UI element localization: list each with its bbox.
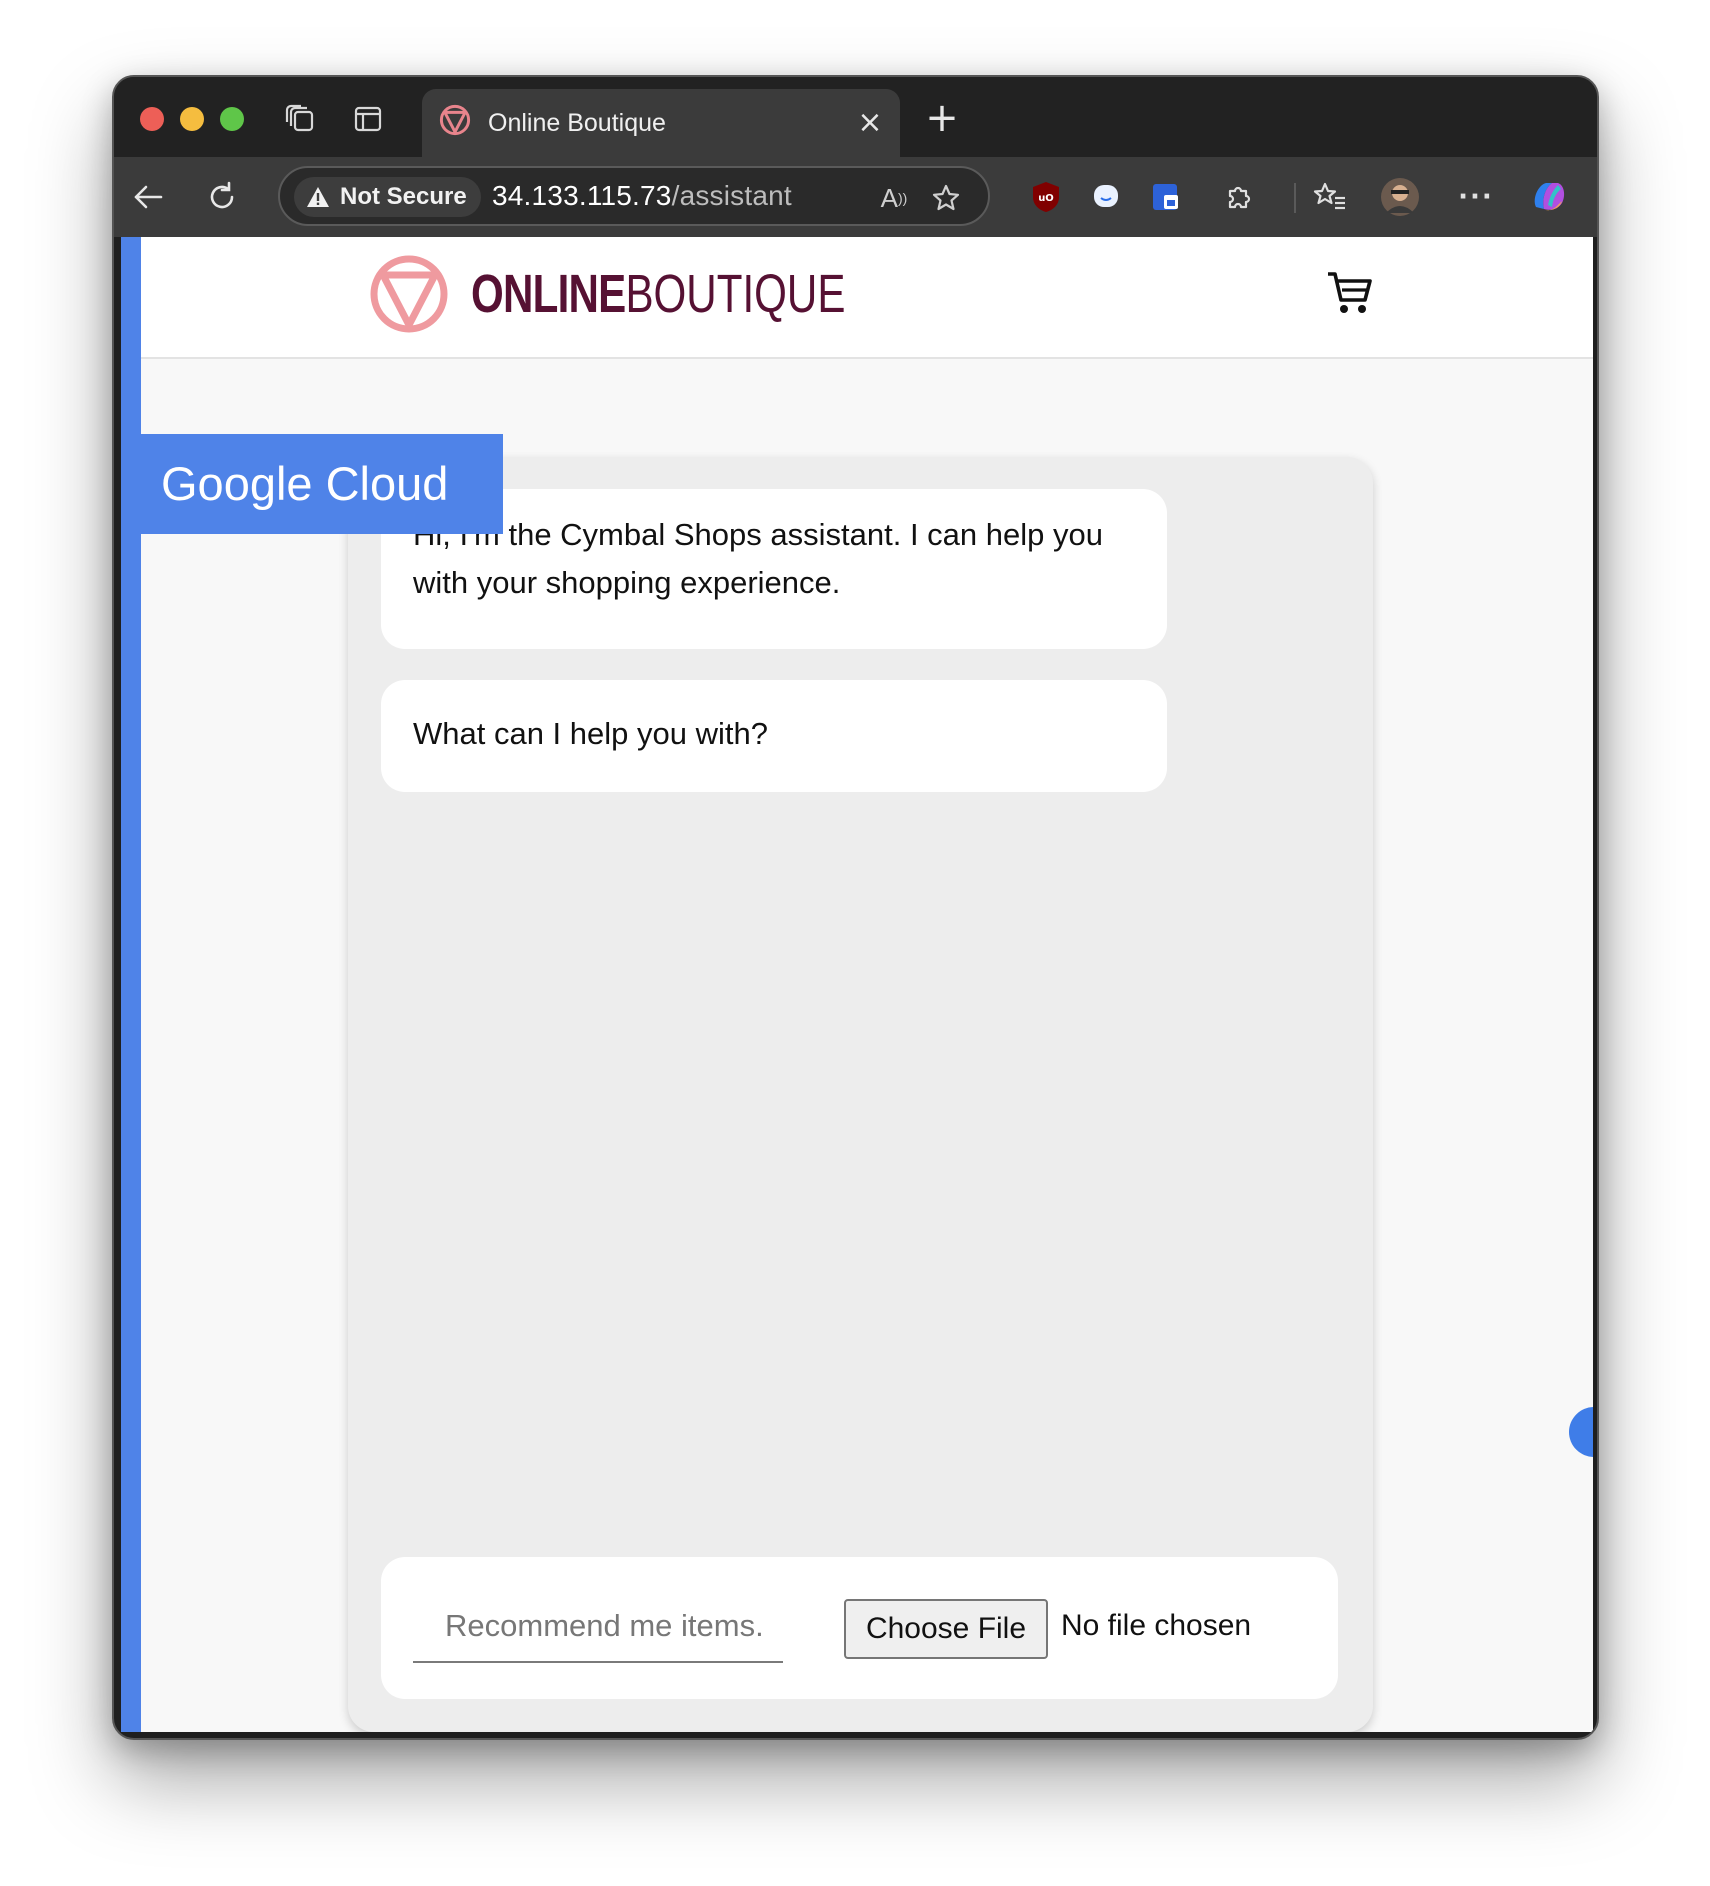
read-aloud-icon[interactable]: A)): [874, 178, 914, 218]
url-path: /assistant: [671, 180, 792, 211]
maximize-window-button[interactable]: [220, 107, 244, 131]
accent-stripe: [121, 237, 141, 1732]
minimize-window-button[interactable]: [180, 107, 204, 131]
file-status-text: No file chosen: [1061, 1609, 1252, 1642]
arrow-left-icon[interactable]: [126, 175, 170, 219]
google-cloud-badge: Google Cloud: [141, 434, 503, 534]
more-icon[interactable]: ···: [1454, 175, 1498, 219]
reload-icon[interactable]: [200, 175, 244, 219]
brand-bold: ONLINE: [471, 264, 626, 324]
tab-bar: Online Boutique × +: [114, 77, 1597, 157]
assistant-chat-panel: Hi, I'm the Cymbal Shops assistant. I ca…: [348, 457, 1373, 1732]
chat-input-bar: Choose File No file chosen: [381, 1557, 1338, 1699]
brand-wordmark[interactable]: ONLINEBOUTIQUE: [471, 263, 845, 325]
floating-action-button[interactable]: [1569, 1407, 1593, 1457]
brand-light: BOUTIQUE: [625, 264, 846, 324]
boutique-favicon-icon: [439, 104, 471, 136]
prompt-input[interactable]: [413, 1591, 783, 1663]
toolbar-separator: [1294, 183, 1296, 213]
workspaces-icon[interactable]: [280, 99, 320, 139]
profile-avatar[interactable]: [1378, 175, 1422, 219]
url-host: 34.133.115.73: [492, 180, 672, 211]
page-viewport: ONLINEBOUTIQUE Google Cloud Hi, I'm the …: [121, 237, 1593, 1732]
browser-toolbar: Not Secure 34.133.115.73/assistant A)) u…: [114, 157, 1597, 237]
choose-file-button[interactable]: Choose File: [844, 1599, 1048, 1659]
extensions-puzzle-icon[interactable]: [1216, 175, 1260, 219]
close-window-button[interactable]: [140, 107, 164, 131]
url-text[interactable]: 34.133.115.73/assistant: [492, 180, 792, 212]
ublock-icon[interactable]: uO: [1024, 175, 1068, 219]
boutique-logo-icon[interactable]: [368, 253, 450, 335]
security-label: Not Secure: [340, 183, 467, 210]
tab-title: Online Boutique: [488, 109, 666, 137]
security-indicator[interactable]: Not Secure: [294, 177, 481, 217]
screenshot-stage: Online Boutique × + Not Secure 34.133.11…: [0, 0, 1710, 1886]
star-icon[interactable]: [926, 178, 966, 218]
browser-window: Online Boutique × + Not Secure 34.133.11…: [112, 75, 1599, 1740]
assistant-message: What can I help you with?: [381, 680, 1167, 792]
address-bar[interactable]: Not Secure 34.133.115.73/assistant A)): [278, 166, 990, 226]
bitwarden-icon[interactable]: [1144, 175, 1188, 219]
warning-icon: [307, 187, 329, 207]
copilot-icon[interactable]: [1526, 175, 1570, 219]
chat-bubble-extension-icon[interactable]: [1084, 175, 1128, 219]
close-tab-icon[interactable]: ×: [854, 107, 886, 139]
site-header: ONLINEBOUTIQUE: [141, 237, 1593, 359]
vertical-tabs-icon[interactable]: [348, 99, 388, 139]
tab-online-boutique[interactable]: Online Boutique ×: [422, 89, 900, 157]
svg-text:uO: uO: [1038, 193, 1054, 204]
favorites-list-icon[interactable]: [1308, 175, 1352, 219]
cart-icon[interactable]: [1324, 267, 1376, 319]
new-tab-icon[interactable]: +: [922, 98, 962, 139]
